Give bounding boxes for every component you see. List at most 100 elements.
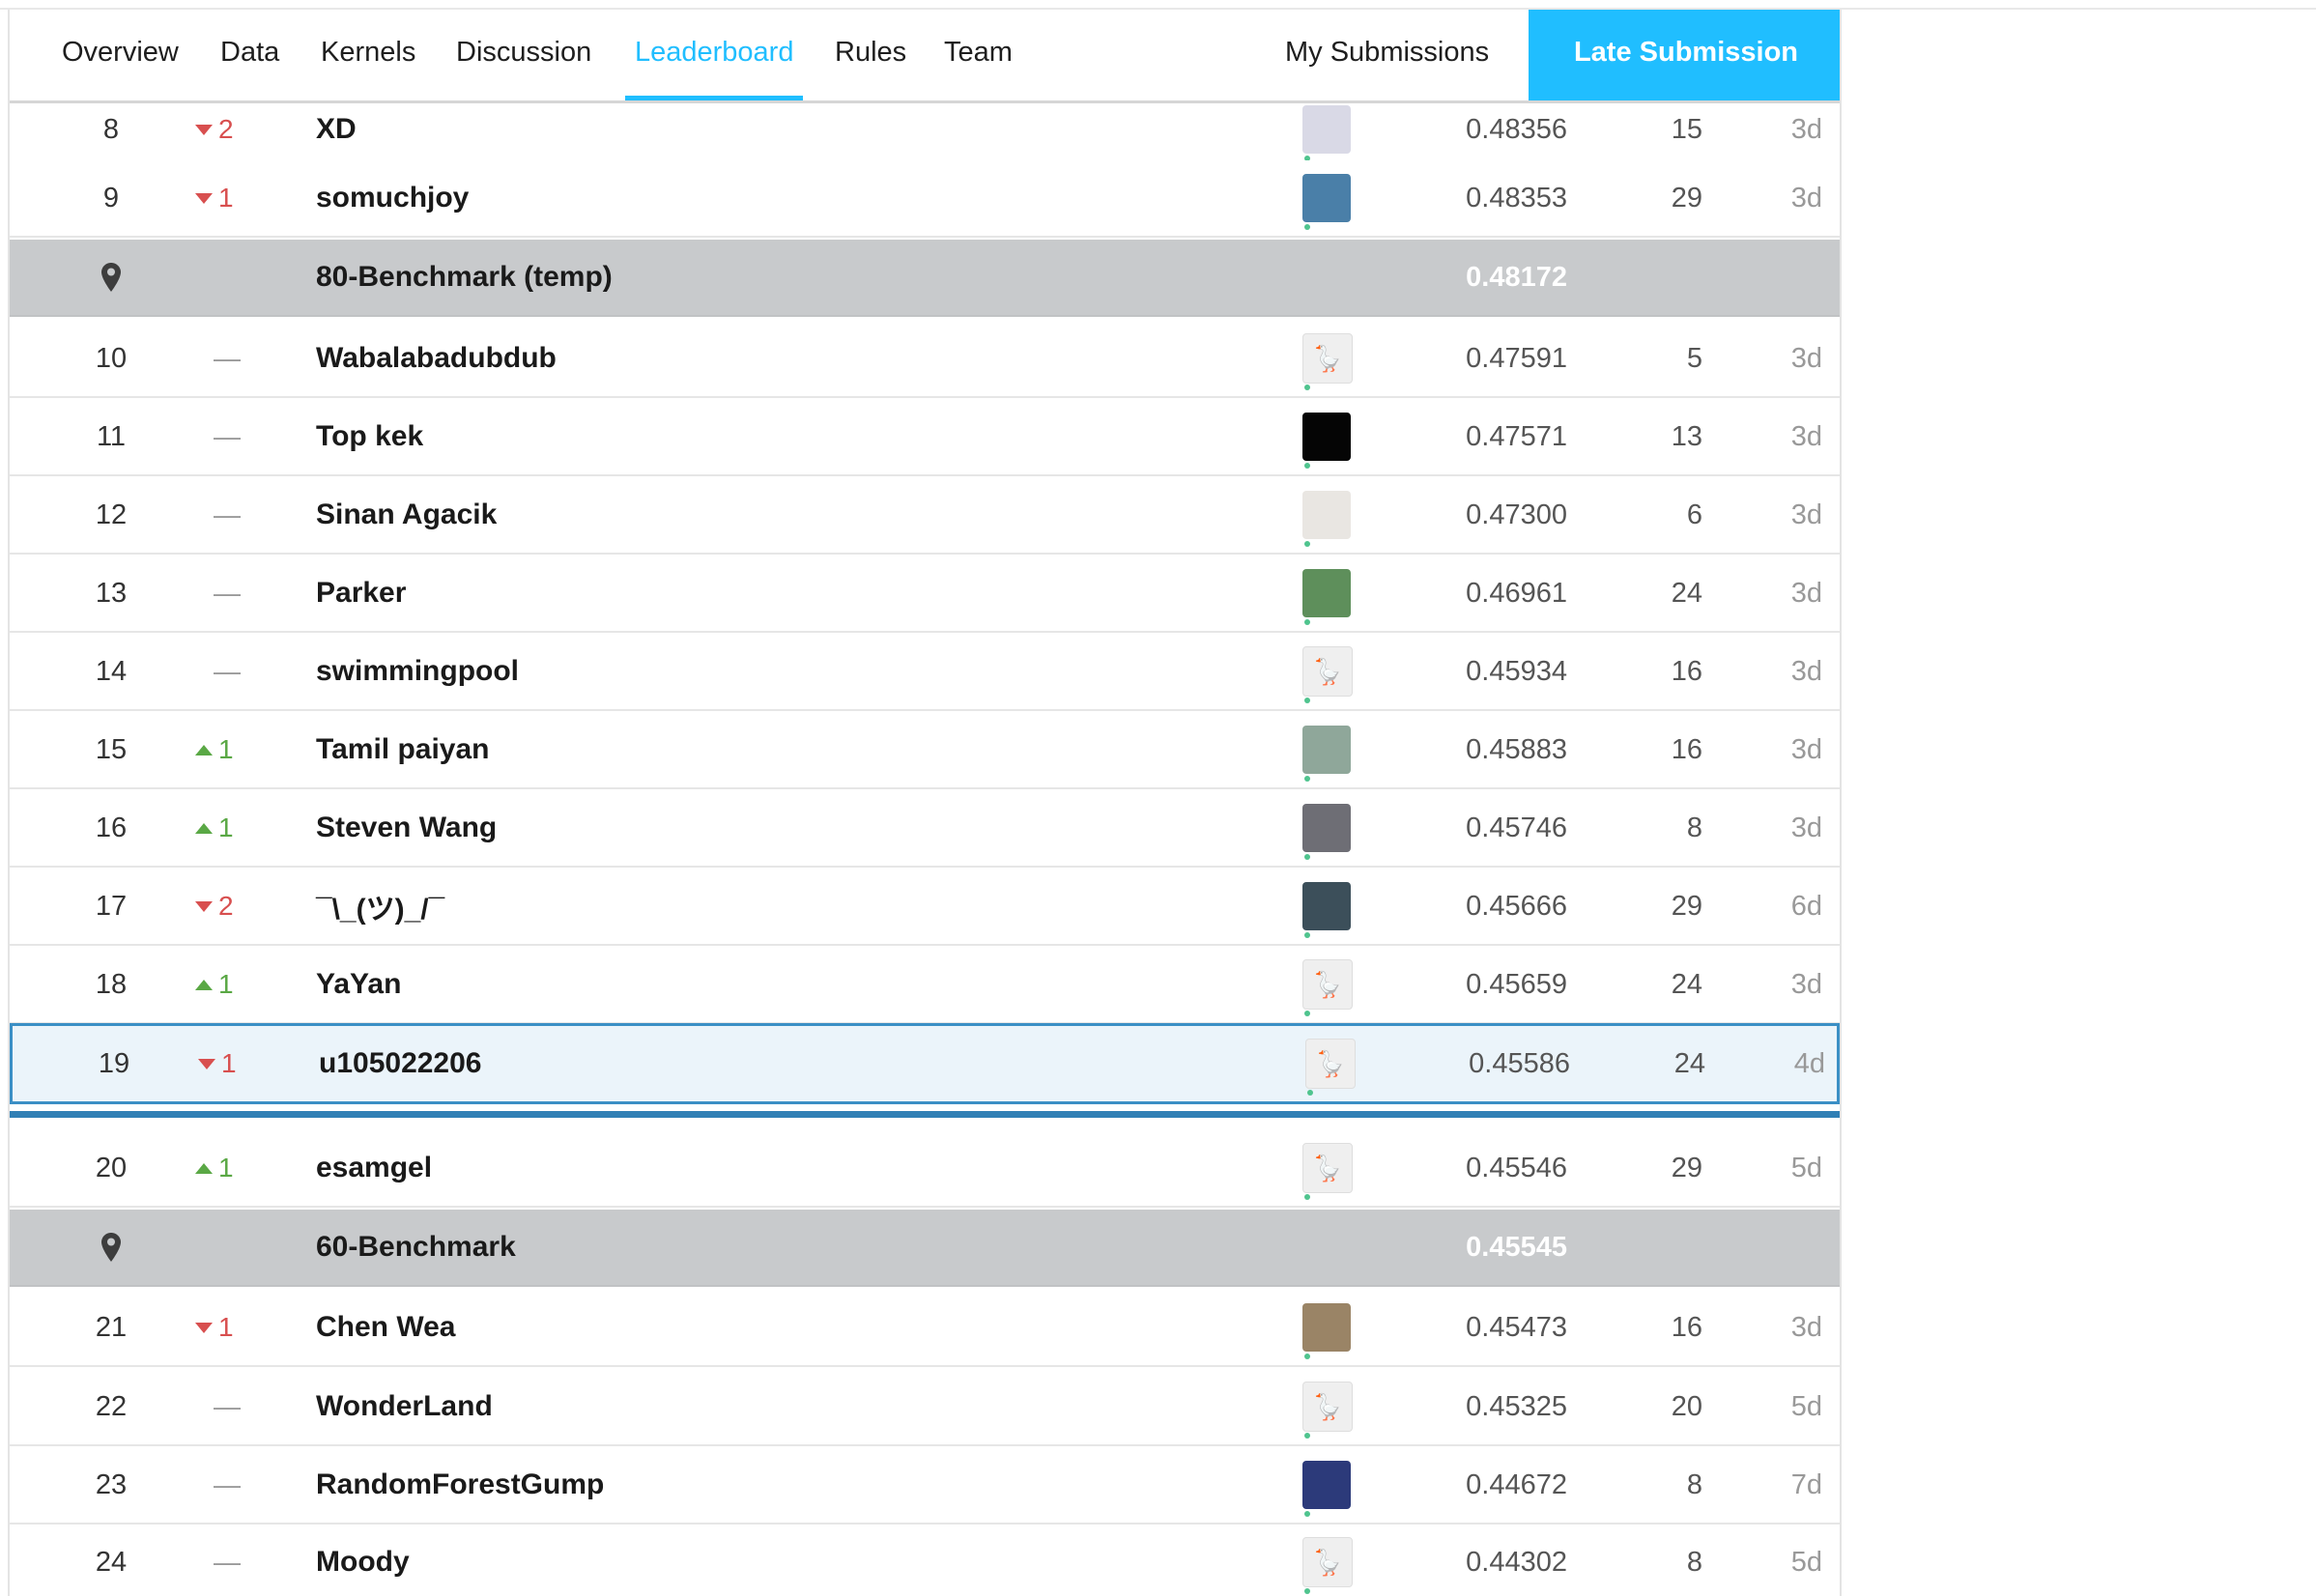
team-name-link[interactable]: Sinan Agacik — [316, 477, 497, 553]
field-avatar[interactable] — [1302, 569, 1351, 617]
table-row[interactable]: 22 — WonderLand 🪿 0.45325 20 5d — [10, 1369, 1840, 1446]
moon-avatar[interactable] — [1302, 413, 1351, 461]
member-status-dot — [1304, 541, 1310, 547]
table-row[interactable]: 12 — Sinan Agacik 0.47300 6 3d — [10, 477, 1840, 555]
team-members[interactable]: 🪿 — [1302, 947, 1355, 1022]
table-row[interactable]: 15 1 Tamil paiyan 0.45883 16 3d — [10, 712, 1840, 789]
member-status-dot — [1304, 932, 1310, 938]
table-row[interactable]: 23 — RandomForestGump 0.44672 8 7d — [10, 1447, 1840, 1525]
team-name-link[interactable]: u105022206 — [319, 1026, 482, 1101]
team-name-link[interactable]: esamgel — [316, 1130, 432, 1206]
team-name-link[interactable]: Parker — [316, 556, 406, 631]
entry-count: 24 — [1671, 968, 1702, 1000]
table-row[interactable]: 20 1 esamgel 🪿 0.45546 29 5d — [10, 1130, 1840, 1208]
team-members[interactable]: 🪿 — [1302, 634, 1355, 709]
goose-avatar[interactable]: 🪿 — [1302, 333, 1353, 384]
entry-count: 24 — [1673, 1047, 1705, 1079]
rank-change: — — [203, 321, 251, 396]
benchmark-row: 60-Benchmark 0.45545 — [10, 1210, 1840, 1287]
last-submission: 3d — [1790, 499, 1822, 530]
team-members[interactable] — [1302, 1290, 1355, 1365]
goose-avatar[interactable]: 🪿 — [1302, 646, 1353, 697]
team-members[interactable]: 🪿 — [1302, 1130, 1355, 1206]
rank-change-value: — — [214, 1469, 241, 1499]
team-members[interactable] — [1302, 399, 1355, 474]
table-row[interactable]: 11 — Top kek 0.47571 13 3d — [10, 399, 1840, 476]
team-members[interactable] — [1302, 1447, 1355, 1523]
husky-avatar[interactable] — [1302, 804, 1351, 852]
team-members[interactable]: 🪿 — [1302, 321, 1355, 396]
team-members[interactable]: 🪿 — [1302, 1525, 1355, 1596]
last-submission: 5d — [1790, 1546, 1822, 1578]
table-row[interactable]: 9 1 somuchjoy 0.48353 29 3d — [10, 160, 1840, 238]
table-row[interactable]: 10 — Wabalabadubdub 🪿 0.47591 5 3d — [10, 321, 1840, 398]
my-submissions-link[interactable]: My Submissions — [1285, 10, 1489, 100]
tab-leaderboard[interactable]: Leaderboard — [624, 10, 804, 100]
table-row[interactable]: 8 2 XD 0.48356 15 3d — [10, 92, 1840, 169]
last-submission: 5d — [1790, 1152, 1822, 1183]
rank-number: 16 — [95, 812, 128, 843]
team-name-link[interactable]: Steven Wang — [316, 790, 497, 866]
team-name-link[interactable]: Top kek — [316, 399, 423, 474]
team-members[interactable]: 🪿 — [1305, 1026, 1358, 1101]
table-row[interactable]: 24 — Moody 🪿 0.44302 8 5d — [10, 1525, 1840, 1596]
goose-avatar[interactable]: 🪿 — [1302, 959, 1353, 1010]
unicorn-avatar[interactable] — [1302, 105, 1351, 154]
tab-data[interactable]: Data — [220, 10, 279, 100]
tab-rules[interactable]: Rules — [835, 10, 906, 100]
rank-change: 1 — [198, 1026, 266, 1101]
member-status-dot — [1304, 1194, 1310, 1200]
team-members[interactable] — [1302, 712, 1355, 787]
photo-avatar[interactable] — [1302, 726, 1351, 774]
goose-avatar[interactable]: 🪿 — [1305, 1039, 1356, 1089]
entry-count: 29 — [1671, 1152, 1702, 1183]
tab-overview[interactable]: Overview — [62, 10, 179, 100]
rank-up-icon — [195, 1162, 213, 1174]
team-name-link[interactable]: Chen Wea — [316, 1290, 455, 1365]
table-row[interactable]: 18 1 YaYan 🪿 0.45659 24 3d — [10, 947, 1840, 1024]
person-avatar[interactable] — [1302, 491, 1351, 539]
team-name-link[interactable]: YaYan — [316, 947, 401, 1022]
member-status-dot — [1304, 619, 1310, 625]
entry-count: 8 — [1686, 1546, 1702, 1578]
cat-avatar[interactable] — [1302, 1461, 1351, 1509]
team-members[interactable] — [1302, 869, 1355, 944]
tab-discussion[interactable]: Discussion — [456, 10, 591, 100]
rank-change: — — [203, 1525, 251, 1596]
member-status-dot — [1304, 776, 1310, 782]
team-name-link[interactable]: Moody — [316, 1525, 410, 1596]
pattern-avatar[interactable] — [1302, 1303, 1351, 1352]
rank-up-icon — [195, 822, 213, 834]
team-members[interactable]: 🪿 — [1302, 1369, 1355, 1444]
entry-count: 8 — [1686, 812, 1702, 843]
team-score: 0.45473 — [1466, 1311, 1567, 1343]
own-team-row[interactable]: 19 1 u105022206 🪿 0.45586 24 4d — [10, 1023, 1840, 1104]
rank-change-value: 1 — [218, 969, 234, 999]
goose-avatar[interactable]: 🪿 — [1302, 1382, 1353, 1432]
team-name-link[interactable]: RandomForestGump — [316, 1447, 604, 1523]
team-name-link[interactable]: Tamil paiyan — [316, 712, 490, 787]
team-members[interactable] — [1302, 790, 1355, 866]
team-members[interactable] — [1302, 477, 1355, 553]
table-row[interactable]: 13 — Parker 0.46961 24 3d — [10, 556, 1840, 633]
table-row[interactable]: 14 — swimmingpool 🪿 0.45934 16 3d — [10, 634, 1840, 711]
goose-avatar[interactable]: 🪿 — [1302, 1537, 1353, 1587]
tab-kernels[interactable]: Kernels — [321, 10, 415, 100]
team-members[interactable] — [1302, 556, 1355, 631]
rank-number: 22 — [95, 1390, 128, 1422]
table-row[interactable]: 17 2 ¯\_(ツ)_/¯ 0.45666 29 6d — [10, 869, 1840, 946]
team-name-link[interactable]: somuchjoy — [316, 160, 469, 236]
team-name-link[interactable]: swimmingpool — [316, 634, 519, 709]
tab-team[interactable]: Team — [944, 10, 1013, 100]
team-name-link[interactable]: WonderLand — [316, 1369, 493, 1444]
team-members[interactable] — [1302, 160, 1355, 236]
rank-change-value: 1 — [221, 1048, 237, 1078]
table-row[interactable]: 21 1 Chen Wea 0.45473 16 3d — [10, 1290, 1840, 1367]
cartoon-avatar[interactable] — [1302, 174, 1351, 222]
table-row[interactable]: 16 1 Steven Wang 0.45746 8 3d — [10, 790, 1840, 868]
team-name-link[interactable]: ¯\_(ツ)_/¯ — [316, 869, 444, 944]
goose-avatar[interactable]: 🪿 — [1302, 1143, 1353, 1193]
landscape-avatar[interactable] — [1302, 882, 1351, 930]
late-submission-button[interactable]: Late Submission — [1529, 10, 1840, 100]
team-name-link[interactable]: Wabalabadubdub — [316, 321, 557, 396]
